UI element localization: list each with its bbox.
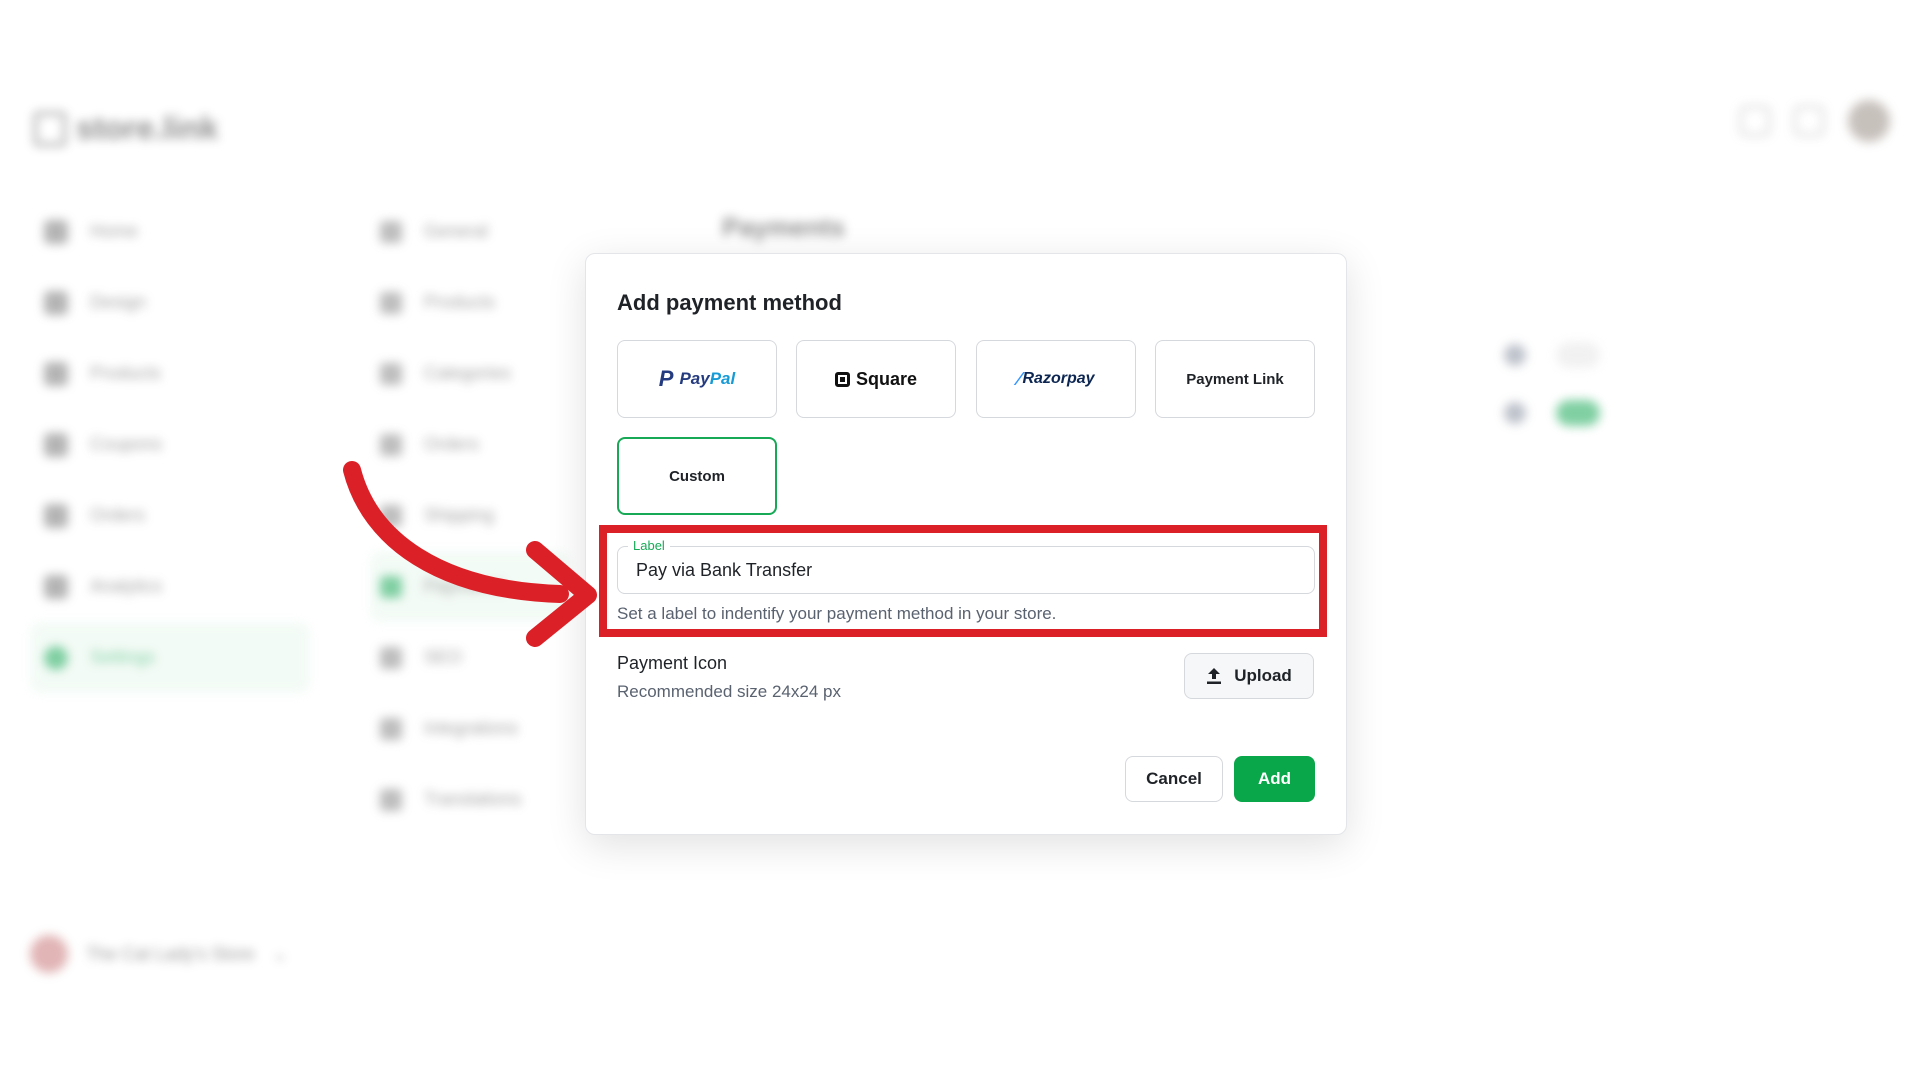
payment-icon-subtitle: Recommended size 24x24 px xyxy=(617,682,841,701)
toggle-on[interactable] xyxy=(1556,400,1600,426)
categories-icon xyxy=(380,362,402,385)
payment-icon-title: Payment Icon xyxy=(617,653,728,673)
paypal-icon: P xyxy=(658,366,674,391)
square-icon xyxy=(834,371,850,387)
help-icon[interactable] xyxy=(1740,106,1770,136)
top-right-icons xyxy=(1740,100,1890,142)
info-icon xyxy=(1504,402,1526,424)
paypal-logo: P PayPal xyxy=(658,366,736,391)
store-name: The Cat Lady's Store xyxy=(86,943,255,964)
razorpay-logo: ⁄ Razorpay xyxy=(1017,368,1095,389)
settings-item-categories[interactable]: Categories xyxy=(370,338,570,409)
external-link-icon[interactable] xyxy=(1794,106,1824,136)
sidebar-item-products[interactable]: Products xyxy=(30,338,310,409)
settings-item-integrations[interactable]: Integrations xyxy=(370,693,570,764)
coupon-icon xyxy=(44,432,68,457)
products-icon xyxy=(44,361,68,386)
annotation-arrow-icon xyxy=(343,461,597,647)
highlight-box xyxy=(599,525,1327,637)
products-icon xyxy=(380,291,402,314)
cart-icon xyxy=(44,503,68,528)
custom-option[interactable]: Custom xyxy=(617,437,777,515)
general-icon xyxy=(380,220,402,243)
sidebar-item-settings[interactable]: Settings xyxy=(30,622,310,693)
sidebar-item-analytics[interactable]: Analytics xyxy=(30,551,310,622)
settings-item-translations[interactable]: Translations xyxy=(370,764,570,835)
razorpay-option[interactable]: ⁄ Razorpay xyxy=(976,340,1136,418)
integrations-icon xyxy=(380,717,402,740)
home-icon xyxy=(44,219,68,244)
main-sidebar: Home Design Products Coupons Orders Anal… xyxy=(30,196,310,693)
info-icon xyxy=(1504,344,1526,366)
cancel-button[interactable]: Cancel xyxy=(1125,756,1223,802)
store-avatar xyxy=(30,935,68,973)
square-option[interactable]: Square xyxy=(796,340,956,418)
store-logo: store.link xyxy=(34,110,218,147)
add-button[interactable]: Add xyxy=(1234,756,1315,802)
settings-item-general[interactable]: General xyxy=(370,196,570,267)
chevron-down-icon: ⌄ xyxy=(272,943,288,964)
upload-icon xyxy=(1207,668,1222,684)
toggle-off[interactable] xyxy=(1556,342,1600,368)
bag-icon xyxy=(34,111,66,146)
settings-item-products[interactable]: Products xyxy=(370,267,570,338)
sidebar-item-design[interactable]: Design xyxy=(30,267,310,338)
user-avatar[interactable] xyxy=(1848,100,1890,142)
modal-title: Add payment method xyxy=(617,290,842,315)
settings-icon xyxy=(44,645,68,670)
sidebar-item-home[interactable]: Home xyxy=(30,196,310,267)
payment-link-option[interactable]: Payment Link xyxy=(1155,340,1315,418)
razorpay-icon: ⁄ xyxy=(1017,368,1021,389)
page-title: Payments xyxy=(722,212,845,242)
analytics-icon xyxy=(44,574,68,599)
sidebar-item-coupons[interactable]: Coupons xyxy=(30,409,310,480)
sidebar-item-orders[interactable]: Orders xyxy=(30,480,310,551)
translations-icon xyxy=(380,788,402,811)
square-logo: Square xyxy=(834,369,917,390)
design-icon xyxy=(44,290,68,315)
paypal-option[interactable]: P PayPal xyxy=(617,340,777,418)
store-switcher[interactable]: The Cat Lady's Store ⌄ xyxy=(30,935,288,973)
upload-button[interactable]: Upload xyxy=(1184,653,1314,699)
logo-text: store.link xyxy=(76,110,219,146)
